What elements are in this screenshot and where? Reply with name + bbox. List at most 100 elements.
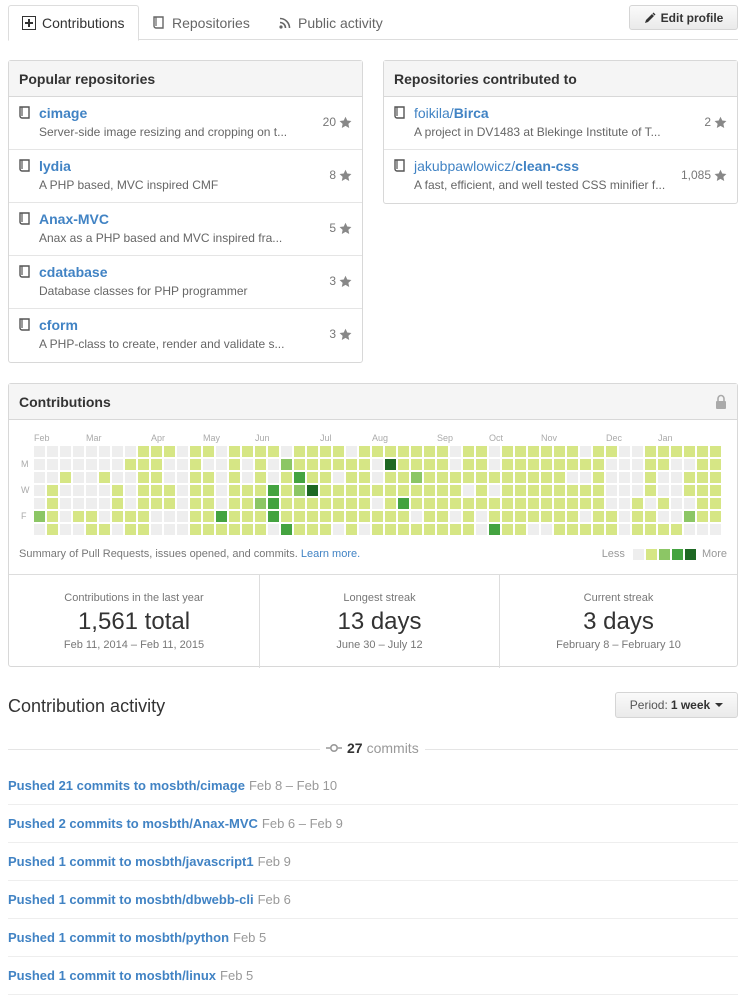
calendar-day[interactable] bbox=[541, 498, 552, 509]
calendar-day[interactable] bbox=[385, 485, 396, 496]
calendar-day[interactable] bbox=[580, 485, 591, 496]
calendar-day[interactable] bbox=[541, 485, 552, 496]
tab-contributions[interactable]: Contributions bbox=[8, 5, 139, 41]
calendar-day[interactable] bbox=[320, 472, 331, 483]
calendar-day[interactable] bbox=[333, 446, 344, 457]
calendar-day[interactable] bbox=[255, 485, 266, 496]
calendar-day[interactable] bbox=[255, 524, 266, 535]
calendar-day[interactable] bbox=[125, 524, 136, 535]
calendar-day[interactable] bbox=[112, 498, 123, 509]
calendar-day[interactable] bbox=[437, 485, 448, 496]
calendar-day[interactable] bbox=[359, 511, 370, 522]
calendar-day[interactable] bbox=[424, 511, 435, 522]
calendar-day[interactable] bbox=[73, 459, 84, 470]
calendar-day[interactable] bbox=[294, 459, 305, 470]
calendar-day[interactable] bbox=[112, 472, 123, 483]
calendar-day[interactable] bbox=[60, 511, 71, 522]
calendar-day[interactable] bbox=[515, 459, 526, 470]
calendar-day[interactable] bbox=[372, 524, 383, 535]
calendar-day[interactable] bbox=[697, 472, 708, 483]
calendar-day[interactable] bbox=[216, 524, 227, 535]
calendar-day[interactable] bbox=[463, 472, 474, 483]
calendar-day[interactable] bbox=[541, 511, 552, 522]
tab-public-activity[interactable]: Public activity bbox=[265, 5, 396, 41]
calendar-day[interactable] bbox=[671, 485, 682, 496]
calendar-day[interactable] bbox=[619, 446, 630, 457]
activity-link[interactable]: Pushed 2 commits to mosbth/Anax-MVC bbox=[8, 816, 258, 831]
calendar-day[interactable] bbox=[190, 446, 201, 457]
calendar-day[interactable] bbox=[619, 498, 630, 509]
calendar-day[interactable] bbox=[333, 459, 344, 470]
calendar-day[interactable] bbox=[86, 485, 97, 496]
calendar-day[interactable] bbox=[658, 459, 669, 470]
calendar-day[interactable] bbox=[424, 459, 435, 470]
calendar-day[interactable] bbox=[710, 524, 721, 535]
calendar-day[interactable] bbox=[697, 485, 708, 496]
calendar-day[interactable] bbox=[645, 459, 656, 470]
calendar-day[interactable] bbox=[151, 498, 162, 509]
calendar-day[interactable] bbox=[671, 511, 682, 522]
calendar-day[interactable] bbox=[398, 524, 409, 535]
calendar-day[interactable] bbox=[359, 485, 370, 496]
repo-item[interactable]: lydia A PHP based, MVC inspired CMF 8 bbox=[9, 150, 362, 203]
repo-item[interactable]: cdatabase Database classes for PHP progra… bbox=[9, 256, 362, 309]
calendar-day[interactable] bbox=[203, 472, 214, 483]
calendar-day[interactable] bbox=[398, 446, 409, 457]
calendar-day[interactable] bbox=[229, 524, 240, 535]
calendar-day[interactable] bbox=[47, 485, 58, 496]
period-select[interactable]: Period: 1 week bbox=[615, 692, 738, 718]
calendar-day[interactable] bbox=[164, 472, 175, 483]
calendar-day[interactable] bbox=[567, 485, 578, 496]
calendar-day[interactable] bbox=[112, 524, 123, 535]
calendar-day[interactable] bbox=[632, 524, 643, 535]
calendar-day[interactable] bbox=[554, 485, 565, 496]
calendar-day[interactable] bbox=[164, 524, 175, 535]
repo-stars[interactable]: 8 bbox=[329, 168, 352, 182]
calendar-day[interactable] bbox=[242, 524, 253, 535]
calendar-day[interactable] bbox=[528, 498, 539, 509]
calendar-day[interactable] bbox=[385, 459, 396, 470]
calendar-day[interactable] bbox=[476, 446, 487, 457]
calendar-day[interactable] bbox=[177, 485, 188, 496]
calendar-day[interactable] bbox=[60, 472, 71, 483]
repo-stars[interactable]: 3 bbox=[329, 274, 352, 288]
calendar-day[interactable] bbox=[242, 459, 253, 470]
calendar-day[interactable] bbox=[684, 524, 695, 535]
calendar-day[interactable] bbox=[398, 485, 409, 496]
calendar-day[interactable] bbox=[268, 446, 279, 457]
calendar-day[interactable] bbox=[268, 524, 279, 535]
calendar-day[interactable] bbox=[619, 459, 630, 470]
activity-link[interactable]: Pushed 21 commits to mosbth/cimage bbox=[8, 778, 245, 793]
calendar-day[interactable] bbox=[606, 498, 617, 509]
calendar-day[interactable] bbox=[684, 446, 695, 457]
calendar-day[interactable] bbox=[502, 446, 513, 457]
calendar-day[interactable] bbox=[567, 459, 578, 470]
repo-stars[interactable]: 20 bbox=[323, 115, 352, 129]
calendar-day[interactable] bbox=[645, 446, 656, 457]
calendar-day[interactable] bbox=[60, 446, 71, 457]
calendar-day[interactable] bbox=[242, 498, 253, 509]
calendar-day[interactable] bbox=[294, 446, 305, 457]
calendar-day[interactable] bbox=[593, 511, 604, 522]
calendar-day[interactable] bbox=[99, 511, 110, 522]
calendar-day[interactable] bbox=[372, 498, 383, 509]
calendar-day[interactable] bbox=[190, 524, 201, 535]
calendar-day[interactable] bbox=[281, 524, 292, 535]
calendar-day[interactable] bbox=[125, 459, 136, 470]
calendar-day[interactable] bbox=[671, 472, 682, 483]
calendar-day[interactable] bbox=[190, 459, 201, 470]
calendar-day[interactable] bbox=[320, 498, 331, 509]
calendar-day[interactable] bbox=[47, 511, 58, 522]
calendar-day[interactable] bbox=[190, 485, 201, 496]
calendar-day[interactable] bbox=[684, 485, 695, 496]
calendar-day[interactable] bbox=[502, 485, 513, 496]
calendar-day[interactable] bbox=[164, 498, 175, 509]
calendar-day[interactable] bbox=[60, 485, 71, 496]
calendar-day[interactable] bbox=[632, 511, 643, 522]
calendar-day[interactable] bbox=[437, 524, 448, 535]
calendar-day[interactable] bbox=[385, 511, 396, 522]
calendar-day[interactable] bbox=[216, 446, 227, 457]
calendar-day[interactable] bbox=[281, 472, 292, 483]
calendar-day[interactable] bbox=[528, 524, 539, 535]
calendar-day[interactable] bbox=[294, 524, 305, 535]
